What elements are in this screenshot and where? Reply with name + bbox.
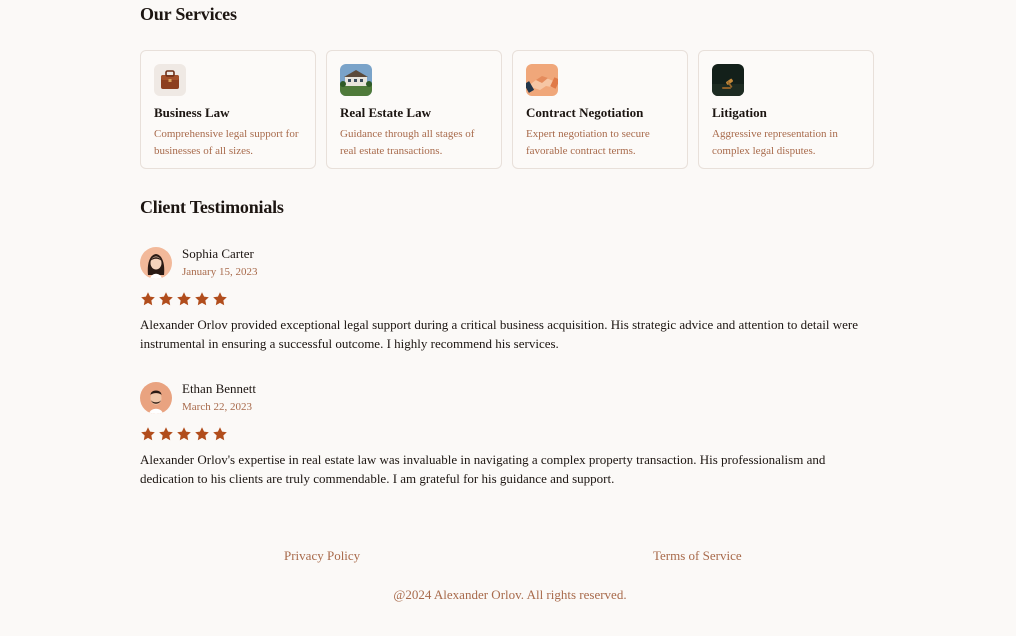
services-heading: Our Services — [140, 4, 237, 24]
service-description: Expert negotiation to secure favorable c… — [526, 128, 650, 157]
star-icon — [141, 292, 155, 306]
star-icon — [159, 427, 173, 441]
service-description: Aggressive representation in complex leg… — [712, 128, 838, 157]
house-icon — [340, 64, 372, 96]
review-text: Alexander Orlov provided exceptional leg… — [140, 317, 859, 351]
avatar — [140, 247, 172, 279]
service-card-real-estate-law[interactable]: Real Estate Law Guidance through all sta… — [326, 50, 502, 169]
service-title: Real Estate Law — [340, 105, 431, 120]
service-description: Comprehensive legal support for business… — [154, 128, 299, 157]
gavel-icon — [712, 64, 744, 96]
service-description: Guidance through all stages of real esta… — [340, 128, 475, 157]
service-title: Business Law — [154, 105, 230, 120]
star-icon — [195, 292, 209, 306]
briefcase-icon — [154, 64, 186, 96]
star-icon — [177, 427, 191, 441]
service-title: Contract Negotiation — [526, 105, 644, 120]
review-date: March 22, 2023 — [182, 401, 252, 413]
star-rating — [140, 426, 880, 442]
star-icon — [141, 427, 155, 441]
service-card-business-law[interactable]: Business Law Comprehensive legal support… — [140, 50, 316, 169]
reviewer-details: Ethan Bennett March 22, 2023 — [182, 381, 256, 415]
star-icon — [213, 292, 227, 306]
service-card-contract-negotiation[interactable]: Contract Negotiation Expert negotiation … — [512, 50, 688, 169]
copyright-text: @2024 Alexander Orlov. All rights reserv… — [393, 587, 627, 602]
review-text: Alexander Orlov's expertise in real esta… — [140, 452, 826, 486]
handshake-icon — [526, 64, 558, 96]
privacy-policy-link[interactable]: Privacy Policy — [284, 548, 360, 564]
reviewer-name: Ethan Bennett — [182, 381, 257, 396]
testimonial-item: Sophia Carter January 15, 2023 Alexander… — [140, 246, 880, 353]
services-grid: Business Law Comprehensive legal support… — [140, 50, 880, 169]
terms-of-service-link[interactable]: Terms of Service — [653, 548, 742, 564]
testimonial-item: Ethan Bennett March 22, 2023 Alexander O… — [140, 381, 880, 488]
page: Our Services Business Law Comprehensive … — [0, 0, 1016, 636]
reviewer-name: Sophia Carter — [182, 246, 254, 261]
star-icon — [195, 427, 209, 441]
avatar — [140, 382, 172, 414]
reviewer-info: Sophia Carter January 15, 2023 — [140, 246, 880, 280]
star-icon — [213, 427, 227, 441]
star-icon — [177, 292, 191, 306]
star-icon — [159, 292, 173, 306]
service-title: Litigation — [712, 105, 767, 120]
reviewer-details: Sophia Carter January 15, 2023 — [182, 246, 257, 280]
star-rating — [140, 291, 880, 307]
testimonials-heading: Client Testimonials — [140, 197, 284, 217]
reviewer-info: Ethan Bennett March 22, 2023 — [140, 381, 880, 415]
service-card-litigation[interactable]: Litigation Aggressive representation in … — [698, 50, 874, 169]
review-date: January 15, 2023 — [182, 266, 258, 278]
